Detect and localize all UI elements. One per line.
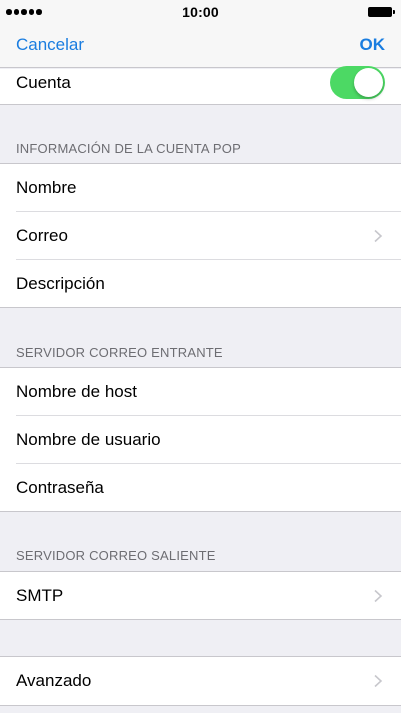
row-label: Contraseña: [16, 478, 104, 497]
row-nombre[interactable]: Nombre: [0, 164, 401, 212]
ok-button[interactable]: OK: [360, 35, 386, 55]
section-header-incoming: SERVIDOR CORREO ENTRANTE: [16, 345, 223, 360]
row-correo[interactable]: Correo: [0, 212, 401, 260]
divider: [0, 511, 401, 512]
row-label: Avanzado: [16, 671, 92, 690]
row-label: Nombre de usuario: [16, 430, 161, 449]
row-label: SMTP: [16, 586, 64, 605]
divider: [0, 705, 401, 706]
signal-dots-icon: [6, 9, 42, 15]
section-header-pop: INFORMACIÓN DE LA CUENTA POP: [16, 141, 241, 156]
chevron-right-icon: [374, 229, 383, 243]
status-time: 10:00: [182, 4, 219, 20]
navigation-bar: Cancelar OK: [0, 24, 401, 68]
row-password[interactable]: Contraseña: [0, 464, 401, 512]
chevron-right-icon: [374, 589, 383, 603]
row-label: Descripción: [16, 274, 105, 293]
toggle-knob: [354, 68, 383, 97]
account-toggle[interactable]: [330, 66, 385, 99]
row-hostname[interactable]: Nombre de host: [0, 368, 401, 416]
divider: [0, 619, 401, 620]
cancel-button[interactable]: Cancelar: [16, 35, 84, 55]
row-smtp[interactable]: SMTP: [0, 572, 401, 619]
row-descripcion[interactable]: Descripción: [0, 260, 401, 308]
row-label: Nombre de host: [16, 382, 137, 401]
chevron-right-icon: [374, 674, 383, 688]
status-bar: 10:00: [0, 0, 401, 24]
row-label: Nombre: [16, 178, 77, 197]
row-advanced[interactable]: Avanzado: [0, 657, 401, 705]
battery-icon: [368, 7, 395, 17]
section-header-outgoing: SERVIDOR CORREO SALIENTE: [16, 548, 216, 563]
divider: [0, 104, 401, 105]
row-label: Correo: [16, 226, 68, 245]
divider: [0, 307, 401, 308]
account-label: Cuenta: [16, 73, 71, 92]
row-username[interactable]: Nombre de usuario: [0, 416, 401, 464]
